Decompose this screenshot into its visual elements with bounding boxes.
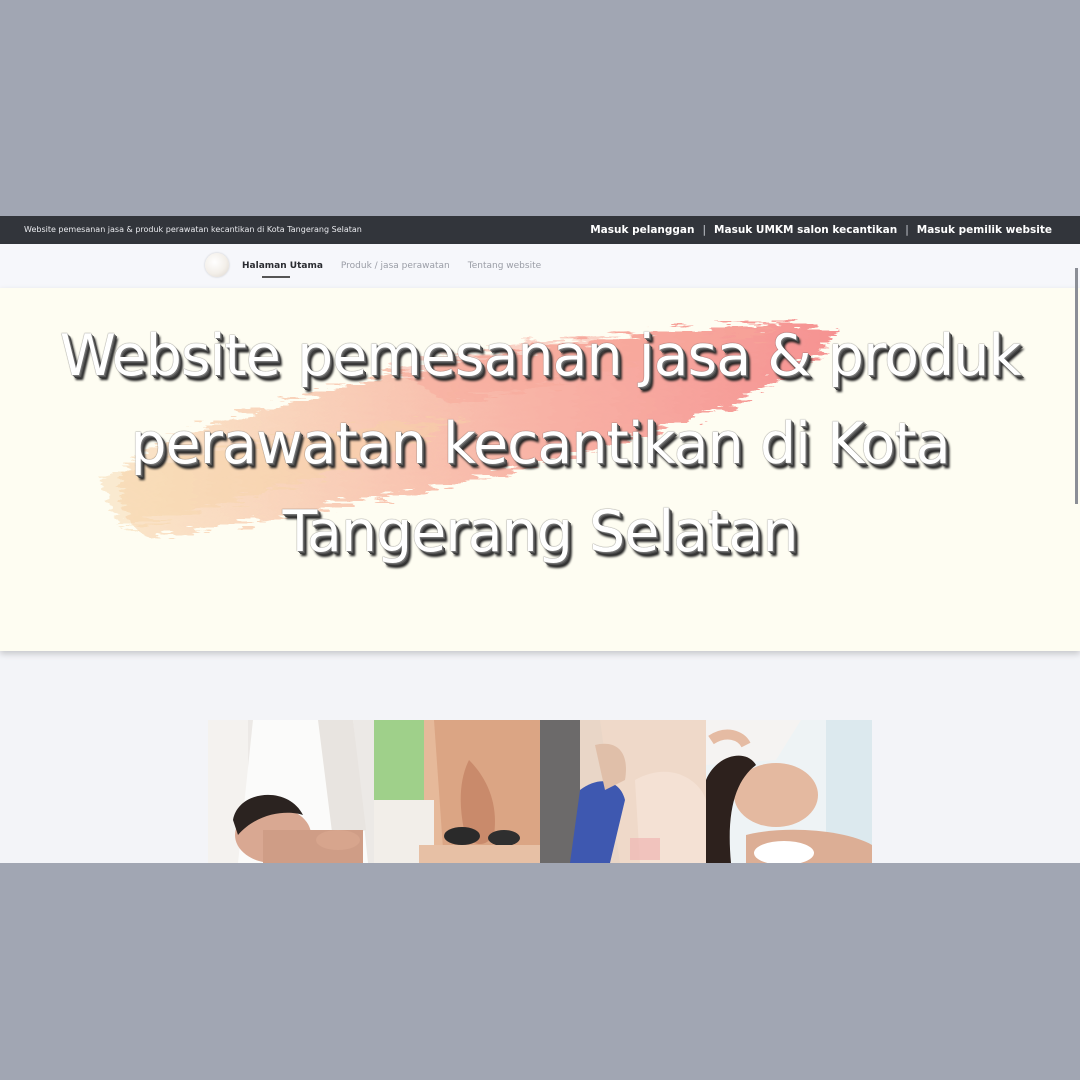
hero-banner: Website pemesanan jasa & produk perawata…: [0, 288, 1080, 651]
login-customer-link[interactable]: Masuk pelanggan: [590, 224, 694, 236]
hero-title: Website pemesanan jasa & produk perawata…: [40, 312, 1040, 576]
login-salon-link[interactable]: Masuk UMKM salon kecantikan: [714, 224, 897, 236]
site-tagline: Website pemesanan jasa & produk perawata…: [24, 225, 362, 234]
hot-stone-photo[interactable]: [374, 720, 540, 863]
nav-item-home[interactable]: Halaman Utama: [242, 261, 323, 278]
massage-photo[interactable]: [208, 720, 374, 863]
nav-item-products[interactable]: Produk / jasa perawatan: [341, 261, 450, 271]
nav-item-about[interactable]: Tentang website: [468, 261, 541, 271]
facial-photo[interactable]: [706, 720, 872, 863]
separator: |: [905, 224, 909, 236]
separator: |: [702, 224, 707, 236]
login-links: Masuk pelanggan | Masuk UMKM salon kecan…: [590, 216, 1052, 244]
nav-item-label: Halaman Utama: [242, 261, 323, 271]
salon-logo-icon[interactable]: [205, 253, 229, 277]
hero-title-line: perawatan kecantikan di Kota: [130, 411, 950, 477]
hero-title-line: Website pemesanan jasa & produk: [59, 323, 1022, 389]
scrollbar[interactable]: [1075, 268, 1078, 504]
top-bar: Website pemesanan jasa & produk perawata…: [0, 216, 1080, 244]
nav-menu: Halaman Utama Produk / jasa perawatan Te…: [242, 244, 541, 288]
body-treatment-photo[interactable]: [540, 720, 706, 863]
website-screenshot: Website pemesanan jasa & produk perawata…: [0, 216, 1080, 863]
main-navbar: Halaman Utama Produk / jasa perawatan Te…: [0, 244, 1080, 289]
service-photo-strip: [208, 720, 873, 863]
login-owner-link[interactable]: Masuk pemilik website: [917, 224, 1052, 236]
active-indicator: [262, 276, 290, 278]
hero-title-line: Tangerang Selatan: [282, 499, 799, 565]
